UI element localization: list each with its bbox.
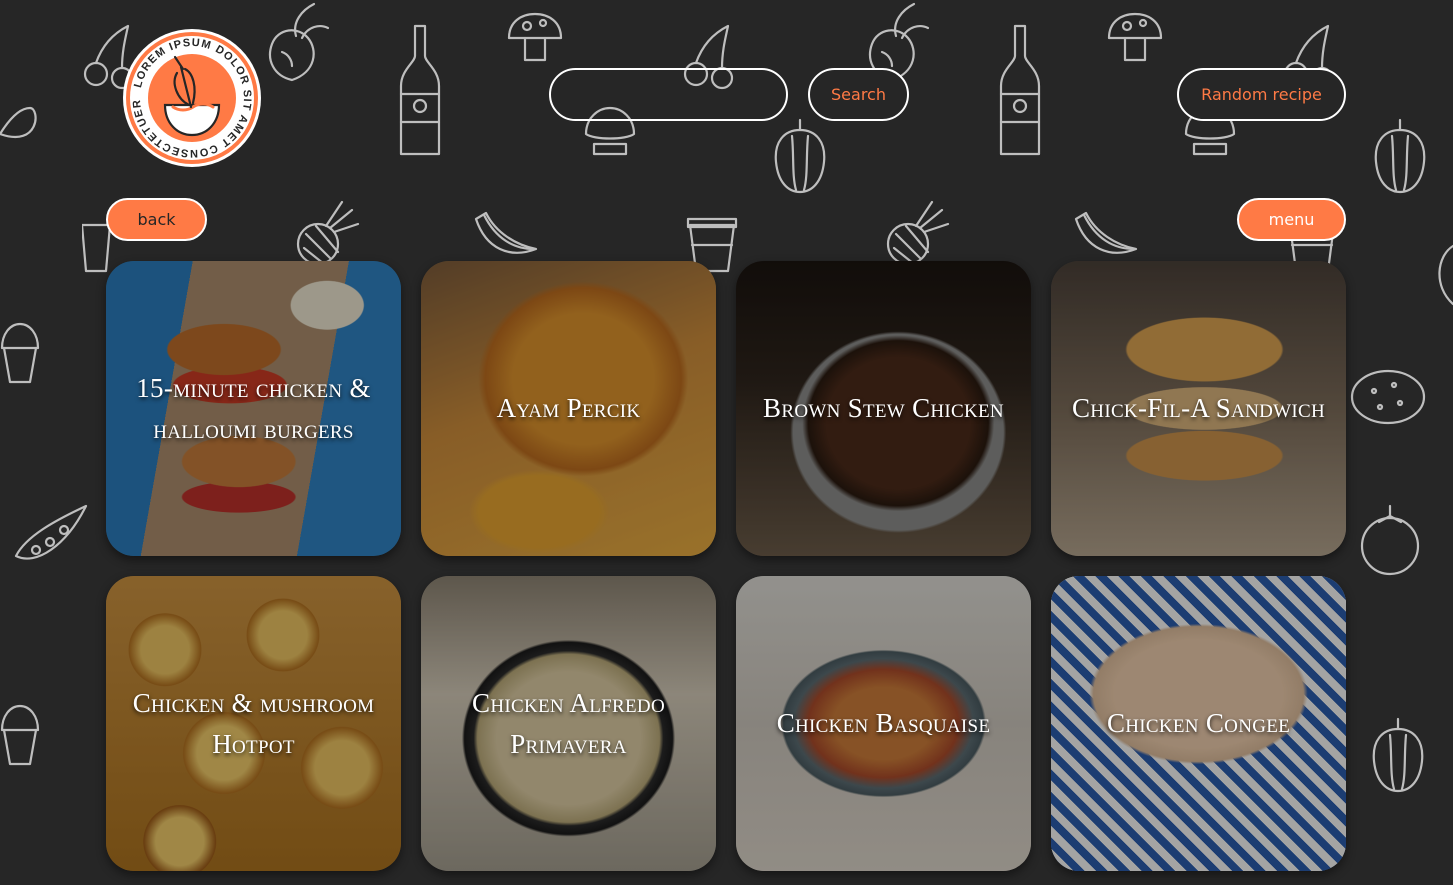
recipe-browser-page: LOREM IPSUM DOLOR SIT AMET CONSECTETUER … <box>0 0 1453 885</box>
recipe-card[interactable]: 15-minute chicken & halloumi burgers <box>106 261 401 556</box>
recipe-title: Chicken & mushroom Hotpot <box>132 687 375 759</box>
recipe-card[interactable]: Chicken Alfredo Primavera <box>421 576 716 871</box>
menu-button-label: menu <box>1268 210 1315 229</box>
back-button[interactable]: back <box>106 198 207 241</box>
recipe-grid: 15-minute chicken & halloumi burgers Aya… <box>106 261 1346 871</box>
search-button[interactable]: Search <box>808 68 909 121</box>
back-button-label: back <box>137 210 176 229</box>
recipe-title: Chicken Basquaise <box>776 708 991 738</box>
pepper-doodle-icon <box>1374 118 1426 194</box>
recipe-card[interactable]: Brown Stew Chicken <box>736 261 1031 556</box>
pineapple-doodle-icon <box>886 200 950 266</box>
mushroom-doodle-icon <box>1107 12 1163 62</box>
beet-doodle-icon <box>268 2 330 82</box>
peapod-doodle-icon <box>14 504 88 560</box>
banana-doodle-icon <box>474 211 538 254</box>
search-button-label: Search <box>831 85 886 104</box>
mushroom-doodle-icon <box>507 12 563 62</box>
cupcake-doodle-icon <box>0 704 40 766</box>
recipe-title: Ayam Percik <box>496 393 641 423</box>
banana-doodle-icon <box>1074 211 1138 254</box>
menu-button[interactable]: menu <box>1237 198 1346 241</box>
search-input[interactable] <box>549 68 788 121</box>
recipe-title: Chicken Congee <box>1106 708 1291 738</box>
bottle-doodle-icon <box>399 24 441 156</box>
shell-doodle-icon <box>0 106 37 138</box>
site-logo[interactable]: LOREM IPSUM DOLOR SIT AMET CONSECTETUER <box>121 27 263 169</box>
recipe-card[interactable]: Chicken Basquaise <box>736 576 1031 871</box>
tomato-doodle-icon <box>1360 504 1420 576</box>
potato-doodle-icon <box>1350 369 1426 425</box>
cupcake-doodle-icon <box>0 322 40 384</box>
bottle-doodle-icon <box>999 24 1041 156</box>
recipe-title: Chick-Fil-A Sandwich <box>1072 393 1325 423</box>
pepper-doodle-icon <box>1372 717 1424 793</box>
pepper-doodle-icon <box>774 118 826 194</box>
fruit-doodle-icon <box>1438 244 1453 306</box>
recipe-card[interactable]: Chicken Congee <box>1051 576 1346 871</box>
recipe-title: Chicken Alfredo Primavera <box>472 687 665 759</box>
pineapple-doodle-icon <box>296 200 360 266</box>
recipe-title: Brown Stew Chicken <box>763 393 1004 423</box>
recipe-card[interactable]: Chicken & mushroom Hotpot <box>106 576 401 871</box>
recipe-card[interactable]: Chick-Fil-A Sandwich <box>1051 261 1346 556</box>
random-recipe-button[interactable]: Random recipe <box>1177 68 1346 121</box>
recipe-card[interactable]: Ayam Percik <box>421 261 716 556</box>
random-recipe-button-label: Random recipe <box>1201 85 1322 104</box>
recipe-title: 15-minute chicken & halloumi burgers <box>136 372 371 444</box>
